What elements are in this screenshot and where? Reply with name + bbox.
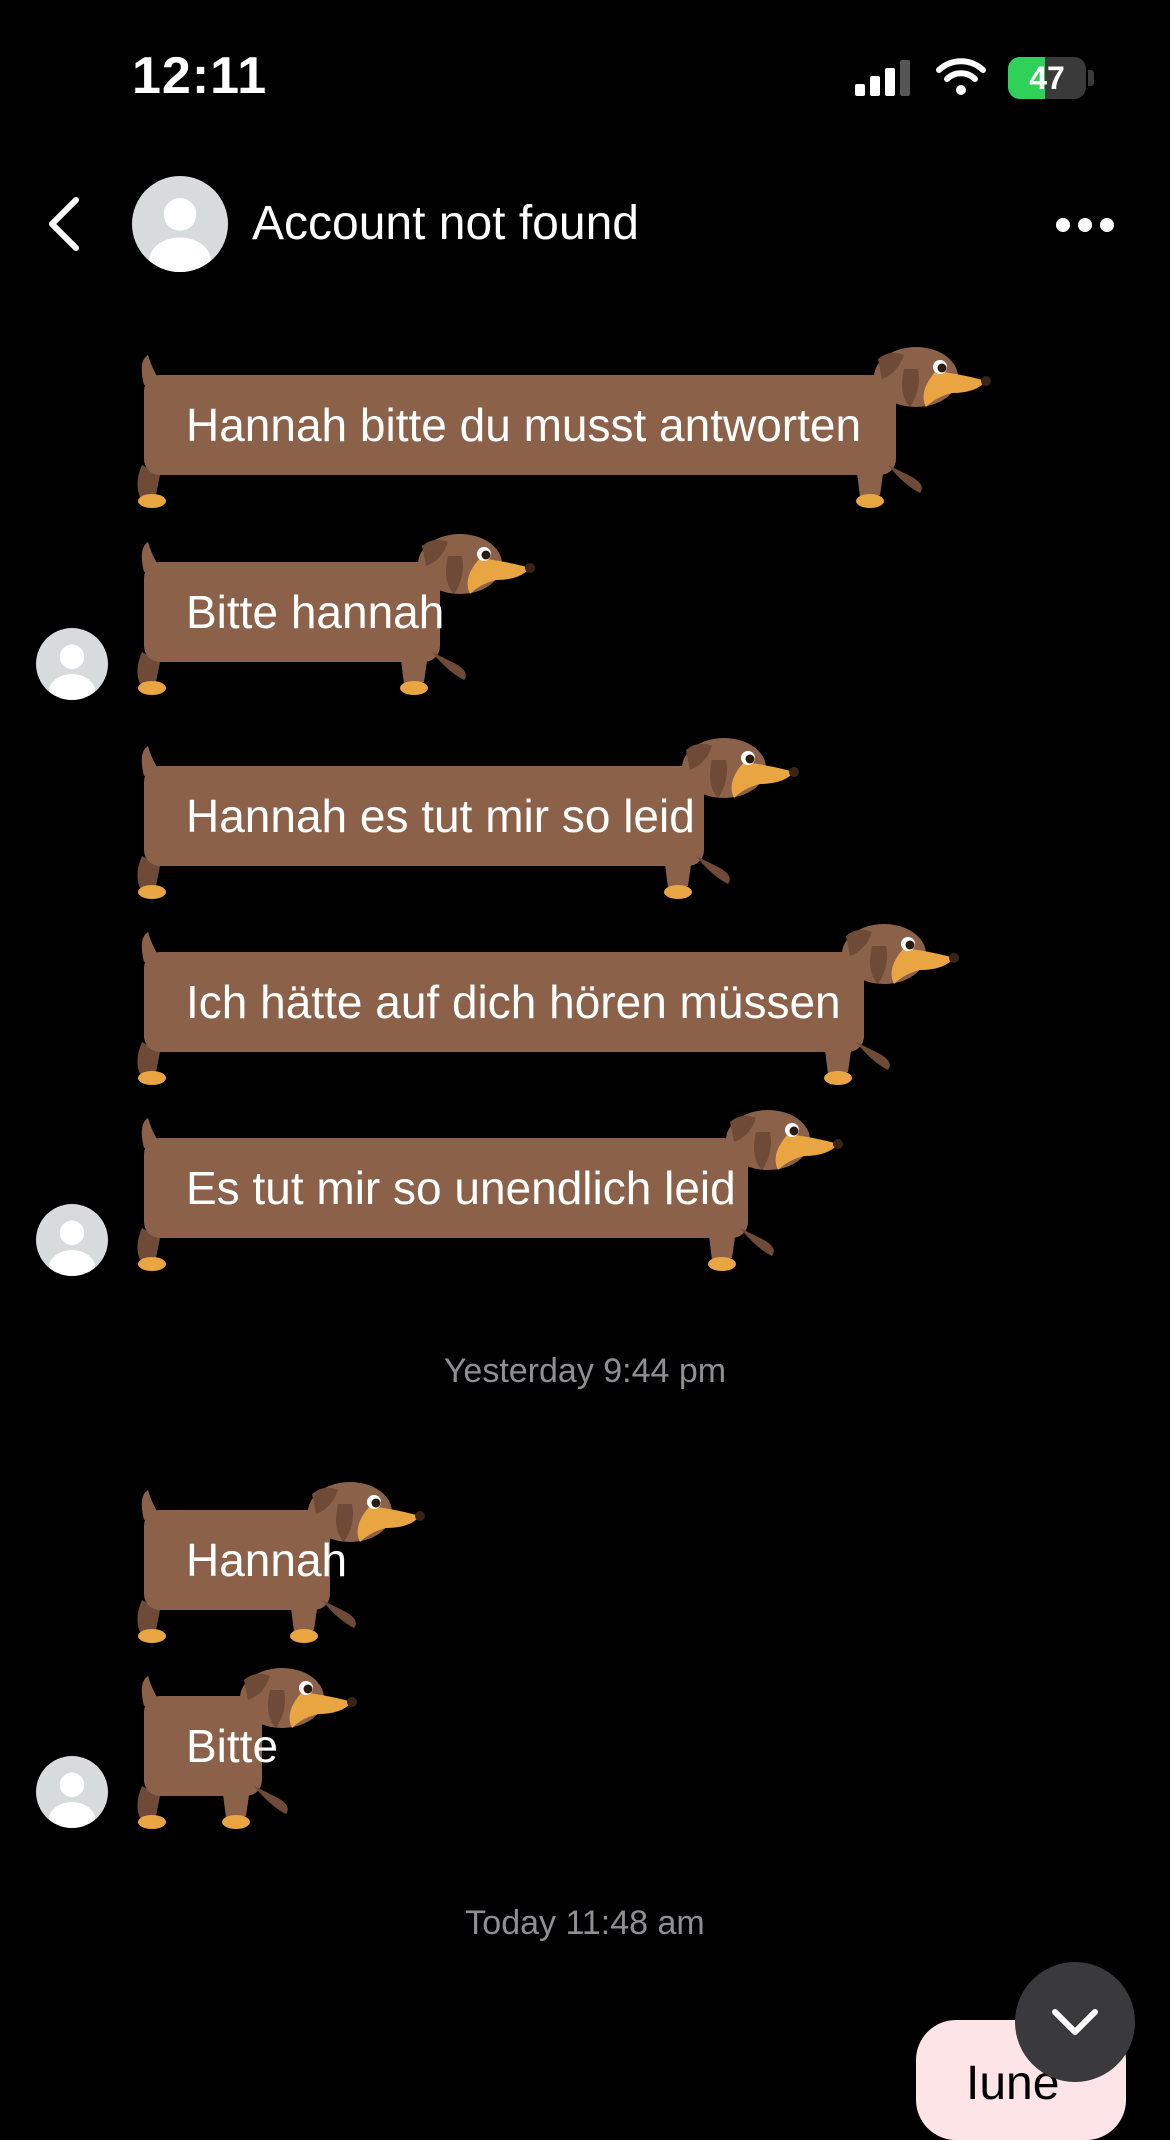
message-bubble[interactable]: Bitte	[130, 1656, 362, 1836]
scroll-to-bottom-button[interactable]	[1015, 1962, 1135, 2082]
message-text: Es tut mir so unendlich leid	[186, 1162, 736, 1214]
battery-level: 47	[1029, 60, 1065, 96]
message-bubble[interactable]: Es tut mir so unendlich leid	[130, 1098, 848, 1278]
chat-header: Account not found	[0, 160, 1170, 290]
default-avatar-icon	[48, 1772, 96, 1828]
wifi-icon	[936, 58, 986, 95]
message-text: Bitte hannah	[186, 586, 445, 638]
conversation-title[interactable]: Account not found	[252, 196, 639, 251]
status-time: 12:11	[132, 47, 268, 105]
avatar[interactable]	[132, 176, 228, 272]
message-bubble[interactable]: Hannah es tut mir so leid	[130, 726, 804, 906]
message-text: Bitte	[186, 1720, 279, 1772]
message-text: Hannah	[186, 1534, 348, 1586]
message-bubble[interactable]: Bitte hannah	[130, 522, 540, 702]
cellular-signal-icon	[855, 60, 910, 96]
default-avatar-icon	[48, 1220, 96, 1276]
avatar[interactable]	[36, 1204, 108, 1276]
timestamp: Today 11:48 am	[465, 1904, 705, 1942]
message-bubble[interactable]: Hannah	[130, 1470, 430, 1650]
battery-cap	[1088, 70, 1094, 86]
message-bubble[interactable]: Hannah bitte du musst antworten	[130, 335, 996, 515]
default-avatar-icon	[48, 644, 96, 700]
ellipsis-icon[interactable]	[1050, 210, 1120, 240]
message-text: Hannah bitte du musst antworten	[186, 399, 862, 451]
default-avatar-icon	[149, 198, 211, 272]
status-bar: 12:11 47	[0, 0, 1170, 150]
timestamp: Yesterday 9:44 pm	[443, 1352, 727, 1390]
battery-charging-icon: 47	[1008, 57, 1086, 99]
avatar[interactable]	[36, 1756, 108, 1828]
message-text: Ich hätte auf dich hören müssen	[186, 976, 841, 1028]
chevron-down-icon	[1052, 2009, 1098, 2035]
message-text: Hannah es tut mir so leid	[186, 790, 695, 842]
message-bubble[interactable]: Ich hätte auf dich hören müssen	[130, 912, 964, 1092]
chevron-left-icon[interactable]	[40, 196, 90, 252]
avatar[interactable]	[36, 628, 108, 700]
